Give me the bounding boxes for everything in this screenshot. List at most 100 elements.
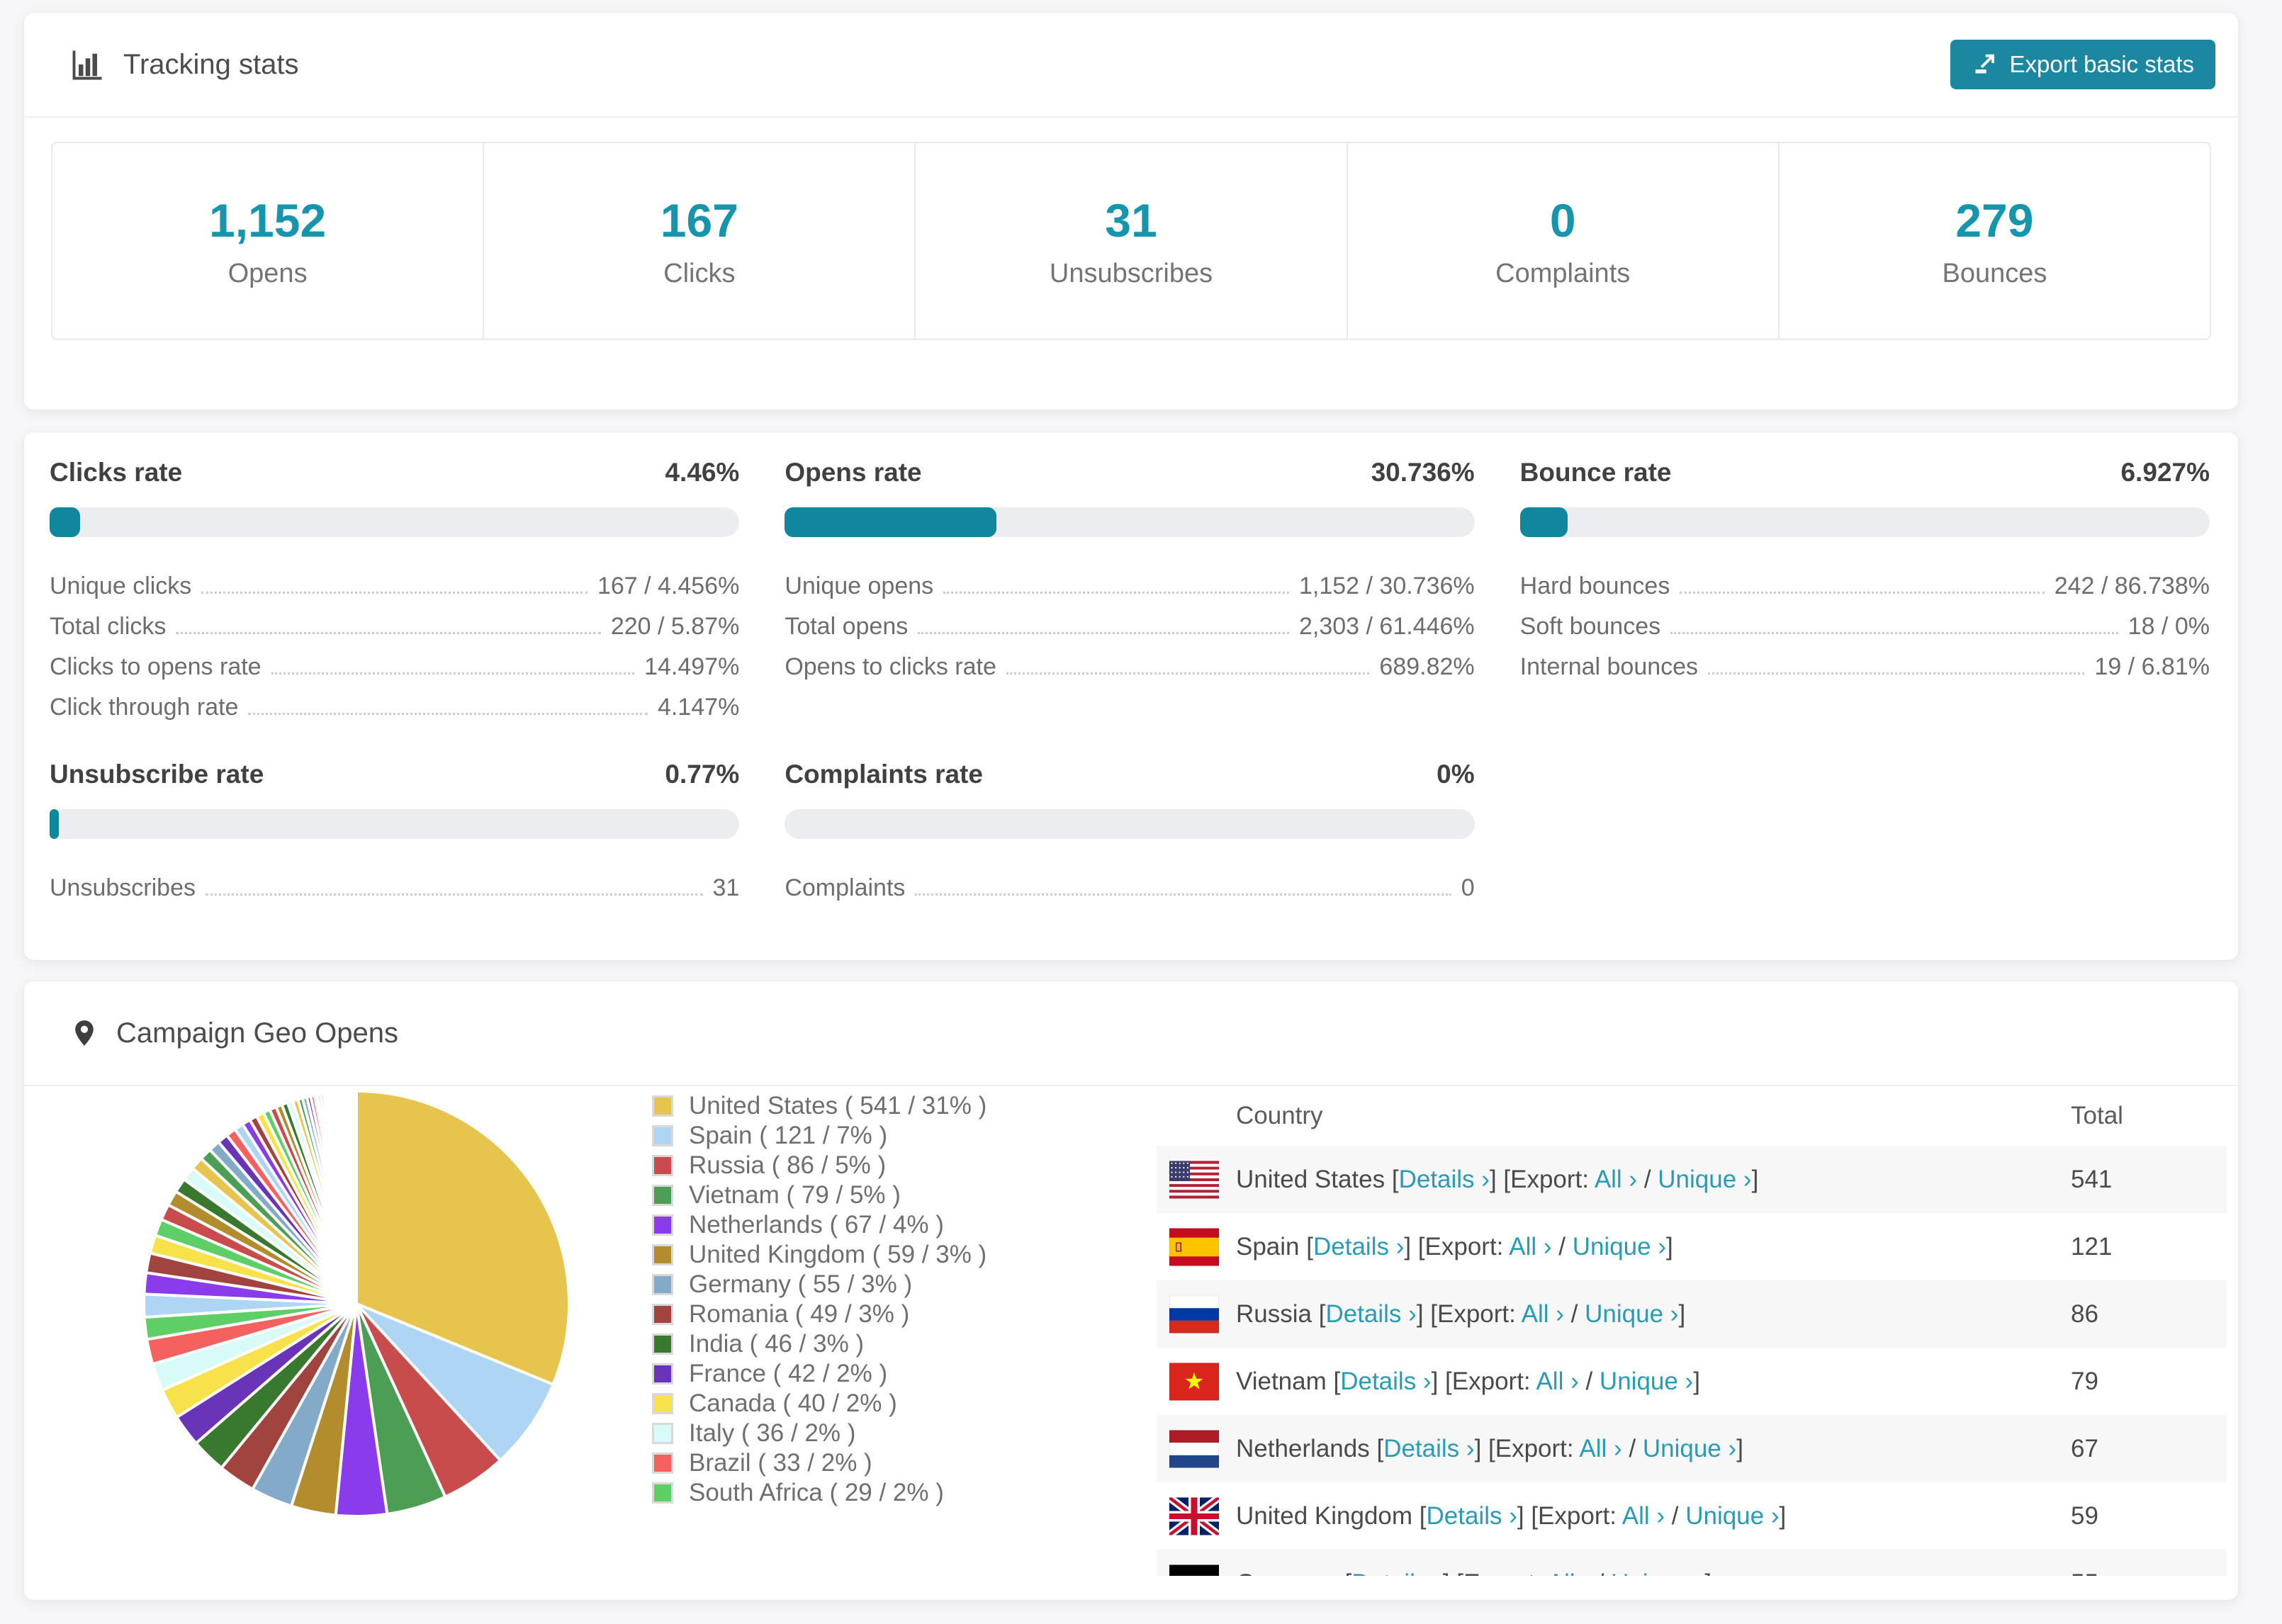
stat-label: Complaints xyxy=(1495,258,1631,288)
geo-table-header: Country Total xyxy=(1157,1086,2227,1146)
stat-label: Clicks xyxy=(663,258,736,288)
details-link[interactable]: Details › xyxy=(1325,1300,1416,1328)
legend-item-south-africa[interactable]: South Africa ( 29 / 2% ) xyxy=(652,1478,987,1508)
legend-item-india[interactable]: India ( 46 / 3% ) xyxy=(652,1329,987,1359)
details-link[interactable]: Details › xyxy=(1351,1569,1442,1577)
country-cell: Spain [Details ›] [Export: All › / Uniqu… xyxy=(1236,1232,1673,1261)
legend-swatch xyxy=(652,1125,673,1146)
legend-item-united-states[interactable]: United States ( 541 / 31% ) xyxy=(652,1091,987,1121)
stat-row-value: 220 / 5.87% xyxy=(610,612,740,640)
dotted-leader xyxy=(1006,672,1370,675)
table-row-germany: Germany [Details ›] [Export: All › / Uni… xyxy=(1157,1550,2227,1576)
panel-clicks-rate: Clicks rate 4.46% Unique clicks 167 / 4.456… xyxy=(50,458,740,721)
legend-item-romania[interactable]: Romania ( 49 / 3% ) xyxy=(652,1299,987,1329)
total-cell: 55 xyxy=(2071,1569,2227,1577)
stat-row: Unique opens 1,152 / 30.736% xyxy=(785,560,1474,600)
export-unique-link[interactable]: Unique › xyxy=(1573,1233,1666,1261)
stat-row-value: 19 / 6.81% xyxy=(2094,653,2210,680)
progress-fill xyxy=(50,809,59,839)
export-unique-link[interactable]: Unique › xyxy=(1585,1300,1678,1328)
progress-bar xyxy=(1519,507,2210,537)
legend-label: France ( 42 / 2% ) xyxy=(689,1360,888,1387)
country-name: Spain xyxy=(1236,1232,1300,1261)
table-row-united-states: United States [Details ›] [Export: All ›… xyxy=(1157,1146,2227,1213)
panel-title-row: Complaints rate 0% xyxy=(785,760,1474,789)
total-cell: 541 xyxy=(2071,1165,2113,1193)
legend-item-france[interactable]: France ( 42 / 2% ) xyxy=(652,1359,987,1389)
legend-item-brazil[interactable]: Brazil ( 33 / 2% ) xyxy=(652,1448,987,1478)
stats-row: 1,152 Opens 167 Clicks 31 Unsubscribes 0 Compla… xyxy=(51,142,2211,340)
progress-fill xyxy=(50,507,81,537)
country-name: Vietnam xyxy=(1236,1367,1327,1395)
export-all-link[interactable]: All › xyxy=(1579,1435,1621,1462)
stat-row: Opens to clicks rate 689.82% xyxy=(785,641,1474,681)
export-all-link[interactable]: All › xyxy=(1548,1569,1590,1577)
bar-chart-icon xyxy=(72,50,102,80)
geo-legend: United States ( 541 / 31% ) Spain ( 121 /… xyxy=(652,1091,987,1508)
details-link[interactable]: Details › xyxy=(1340,1368,1431,1395)
flag-icon-nl xyxy=(1169,1430,1219,1467)
panel-value: 0.77% xyxy=(665,760,740,789)
legend-item-italy[interactable]: Italy ( 36 / 2% ) xyxy=(652,1419,987,1448)
export-all-link[interactable]: All › xyxy=(1522,1300,1564,1328)
details-link[interactable]: Details › xyxy=(1427,1502,1517,1530)
legend-item-vietnam[interactable]: Vietnam ( 79 / 5% ) xyxy=(652,1180,987,1210)
panel-rows: Unique opens 1,152 / 30.736% Total opens 2,… xyxy=(785,560,1474,681)
export-basic-stats-button[interactable]: Export basic stats xyxy=(1950,40,2215,89)
geo-body: United States ( 541 / 31% ) Spain ( 121 /… xyxy=(24,1086,2238,1576)
export-unique-link[interactable]: Unique › xyxy=(1658,1166,1751,1193)
legend-item-russia[interactable]: Russia ( 86 / 5% ) xyxy=(652,1151,987,1180)
stat-row-value: 4.147% xyxy=(658,693,740,721)
legend-label: Italy ( 36 / 2% ) xyxy=(689,1419,856,1447)
details-link[interactable]: Details › xyxy=(1383,1435,1474,1462)
legend-item-canada[interactable]: Canada ( 40 / 2% ) xyxy=(652,1389,987,1419)
stat-row-label: Internal bounces xyxy=(1519,653,1699,680)
panel-title: Clicks rate xyxy=(50,458,183,487)
progress-fill xyxy=(1519,507,1568,537)
table-row-united-kingdom: United Kingdom [Details ›] [Export: All … xyxy=(1157,1482,2227,1550)
export-all-link[interactable]: All › xyxy=(1595,1166,1637,1193)
export-all-link[interactable]: All › xyxy=(1622,1502,1665,1530)
export-unique-link[interactable]: Unique › xyxy=(1600,1368,1693,1395)
legend-label: Romania ( 49 / 3% ) xyxy=(689,1300,910,1328)
total-cell: 59 xyxy=(2071,1501,2098,1530)
export-unique-link[interactable]: Unique › xyxy=(1685,1502,1779,1530)
total-cell: 67 xyxy=(2071,1434,2098,1462)
legend-swatch xyxy=(652,1244,673,1265)
dotted-leader xyxy=(271,672,635,675)
stat-row-label: Clicks to opens rate xyxy=(50,653,262,680)
column-header-total: Total xyxy=(2071,1101,2123,1129)
panel-bounce-rate: Bounce rate 6.927% Hard bounces 242 / 86.73… xyxy=(1519,458,2210,721)
stat-row: Total opens 2,303 / 61.446% xyxy=(785,600,1474,641)
legend-item-netherlands[interactable]: Netherlands ( 67 / 4% ) xyxy=(652,1210,987,1240)
stat-row-label: Unsubscribes xyxy=(50,874,196,901)
export-all-link[interactable]: All › xyxy=(1536,1368,1578,1395)
export-unique-link[interactable]: Unique › xyxy=(1611,1569,1704,1577)
stat-row: Clicks to opens rate 14.497% xyxy=(50,641,739,681)
export-button-label: Export basic stats xyxy=(2009,51,2194,77)
legend-item-germany[interactable]: Germany ( 55 / 3% ) xyxy=(652,1270,987,1299)
stat-row-value: 2,303 / 61.446% xyxy=(1299,612,1475,640)
export-unique-link[interactable]: Unique › xyxy=(1643,1435,1736,1462)
tracking-stats-header: Tracking stats Export basic stats xyxy=(24,13,2238,118)
export-all-link[interactable]: All › xyxy=(1509,1233,1551,1261)
map-pin-icon xyxy=(75,1020,94,1046)
legend-item-spain[interactable]: Spain ( 121 / 7% ) xyxy=(652,1121,987,1151)
country-cell: United States [Details ›] [Export: All ›… xyxy=(1236,1165,1759,1193)
panel-title-row: Clicks rate 4.46% xyxy=(50,458,739,487)
details-link[interactable]: Details › xyxy=(1313,1233,1404,1261)
stat-row-value: 167 / 4.456% xyxy=(597,572,740,599)
legend-swatch xyxy=(652,1453,673,1474)
panel-value: 0% xyxy=(1437,760,1475,789)
stat-row-value: 31 xyxy=(712,874,740,901)
legend-label: Germany ( 55 / 3% ) xyxy=(689,1270,913,1298)
dotted-leader xyxy=(943,592,1289,594)
legend-swatch xyxy=(652,1274,673,1295)
stat-row-value: 689.82% xyxy=(1379,653,1475,680)
legend-item-united-kingdom[interactable]: United Kingdom ( 59 / 3% ) xyxy=(652,1240,987,1270)
country-name: Germany xyxy=(1236,1569,1338,1577)
country-cell: Netherlands [Details ›] [Export: All › /… xyxy=(1236,1434,1743,1462)
details-link[interactable]: Details › xyxy=(1399,1166,1490,1193)
stat-row-label: Click through rate xyxy=(50,693,239,721)
progress-bar xyxy=(50,809,740,839)
